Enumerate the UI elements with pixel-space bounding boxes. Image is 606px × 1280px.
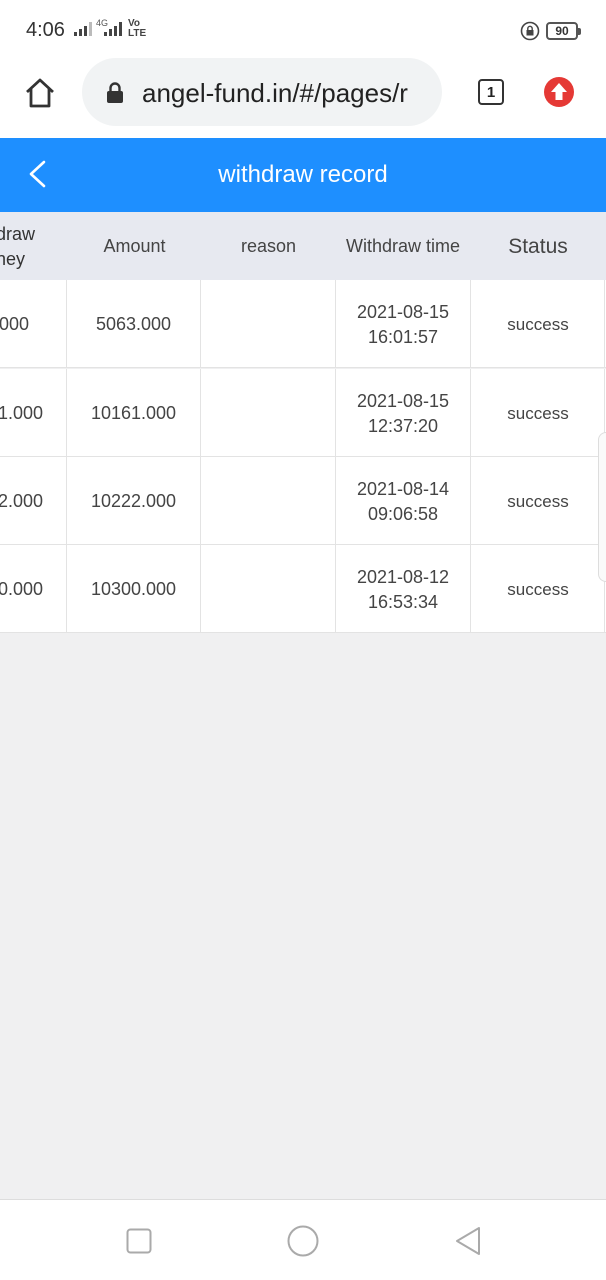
battery-icon: 90 (546, 22, 581, 40)
cell-reason (201, 369, 335, 457)
url-text: angel-fund.in/#/pages/r (142, 78, 408, 108)
cell-amount: 10222.000 (90, 490, 177, 511)
cell-date: 2021-08-14 (356, 479, 450, 499)
cell-amount: 10161.000 (90, 402, 177, 423)
home-icon[interactable] (24, 77, 56, 109)
cell-status: success (507, 403, 569, 423)
browser-toolbar: angel-fund.in/#/pages/r 1 (0, 58, 606, 138)
rotation-lock-icon (520, 21, 540, 41)
cell-time: 12:37:20 (367, 416, 439, 436)
battery-level: 90 (555, 24, 569, 38)
cell-time: 16:01:57 (367, 327, 439, 347)
cell-money: .000 (0, 313, 30, 334)
cell-status: success (507, 314, 569, 334)
cell-reason (201, 545, 335, 633)
cell-amount: 10300.000 (90, 578, 177, 599)
system-nav-bar (0, 1199, 606, 1280)
cell-money: 0.000 (0, 578, 44, 599)
volte-label: Vo LTE (128, 18, 147, 39)
cell-date: 2021-08-15 (356, 391, 450, 411)
recent-apps-icon[interactable] (126, 1228, 152, 1254)
tab-switcher-button[interactable]: 1 (478, 79, 504, 105)
cell-reason (201, 457, 335, 545)
cell-date: 2021-08-15 (356, 302, 450, 322)
back-nav-icon[interactable] (454, 1226, 482, 1256)
column-header-withdraw-time: Withdraw time (345, 235, 461, 256)
cell-money: 2.000 (0, 490, 44, 511)
signal-icon-secondary (104, 22, 122, 36)
column-header-amount: Amount (103, 235, 166, 256)
cell-money: 1.000 (0, 402, 44, 423)
cell-status: success (507, 491, 569, 511)
upload-icon[interactable] (543, 76, 575, 108)
table-row: 1.000 10161.000 2021-08-15 12:37:20 succ… (0, 369, 606, 457)
cell-time: 09:06:58 (367, 504, 439, 524)
cell-reason (201, 280, 335, 368)
cell-time: 16:53:34 (367, 592, 439, 612)
status-bar: 4:06 4G Vo LTE 90 (0, 0, 606, 58)
app-header: withdraw record (0, 138, 606, 212)
status-time: 4:06 (26, 19, 65, 41)
column-header-status: Status (508, 234, 568, 258)
cell-status: success (507, 579, 569, 599)
withdraw-table: draw ney Amount reason Withdraw time Sta… (0, 212, 606, 633)
signal-icon (74, 22, 92, 36)
horizontal-scroll-handle[interactable] (598, 432, 606, 582)
cell-date: 2021-08-12 (356, 567, 450, 587)
address-bar[interactable]: angel-fund.in/#/pages/r (82, 58, 442, 126)
battery-indicator: 90 (520, 21, 581, 41)
home-nav-icon[interactable] (287, 1225, 319, 1257)
table-row: 2.000 10222.000 2021-08-14 09:06:58 succ… (0, 457, 606, 545)
table-row: .000 5063.000 2021-08-15 16:01:57 succes… (0, 280, 606, 368)
table-header: draw ney Amount reason Withdraw time Sta… (0, 212, 606, 280)
cell-amount: 5063.000 (95, 313, 172, 334)
lock-icon (107, 82, 123, 103)
column-header-withdraw-money: draw ney (0, 224, 36, 269)
table-row: 0.000 10300.000 2021-08-12 16:53:34 succ… (0, 545, 606, 633)
column-header-reason: reason (240, 235, 297, 256)
page-title: withdraw record (218, 161, 388, 188)
